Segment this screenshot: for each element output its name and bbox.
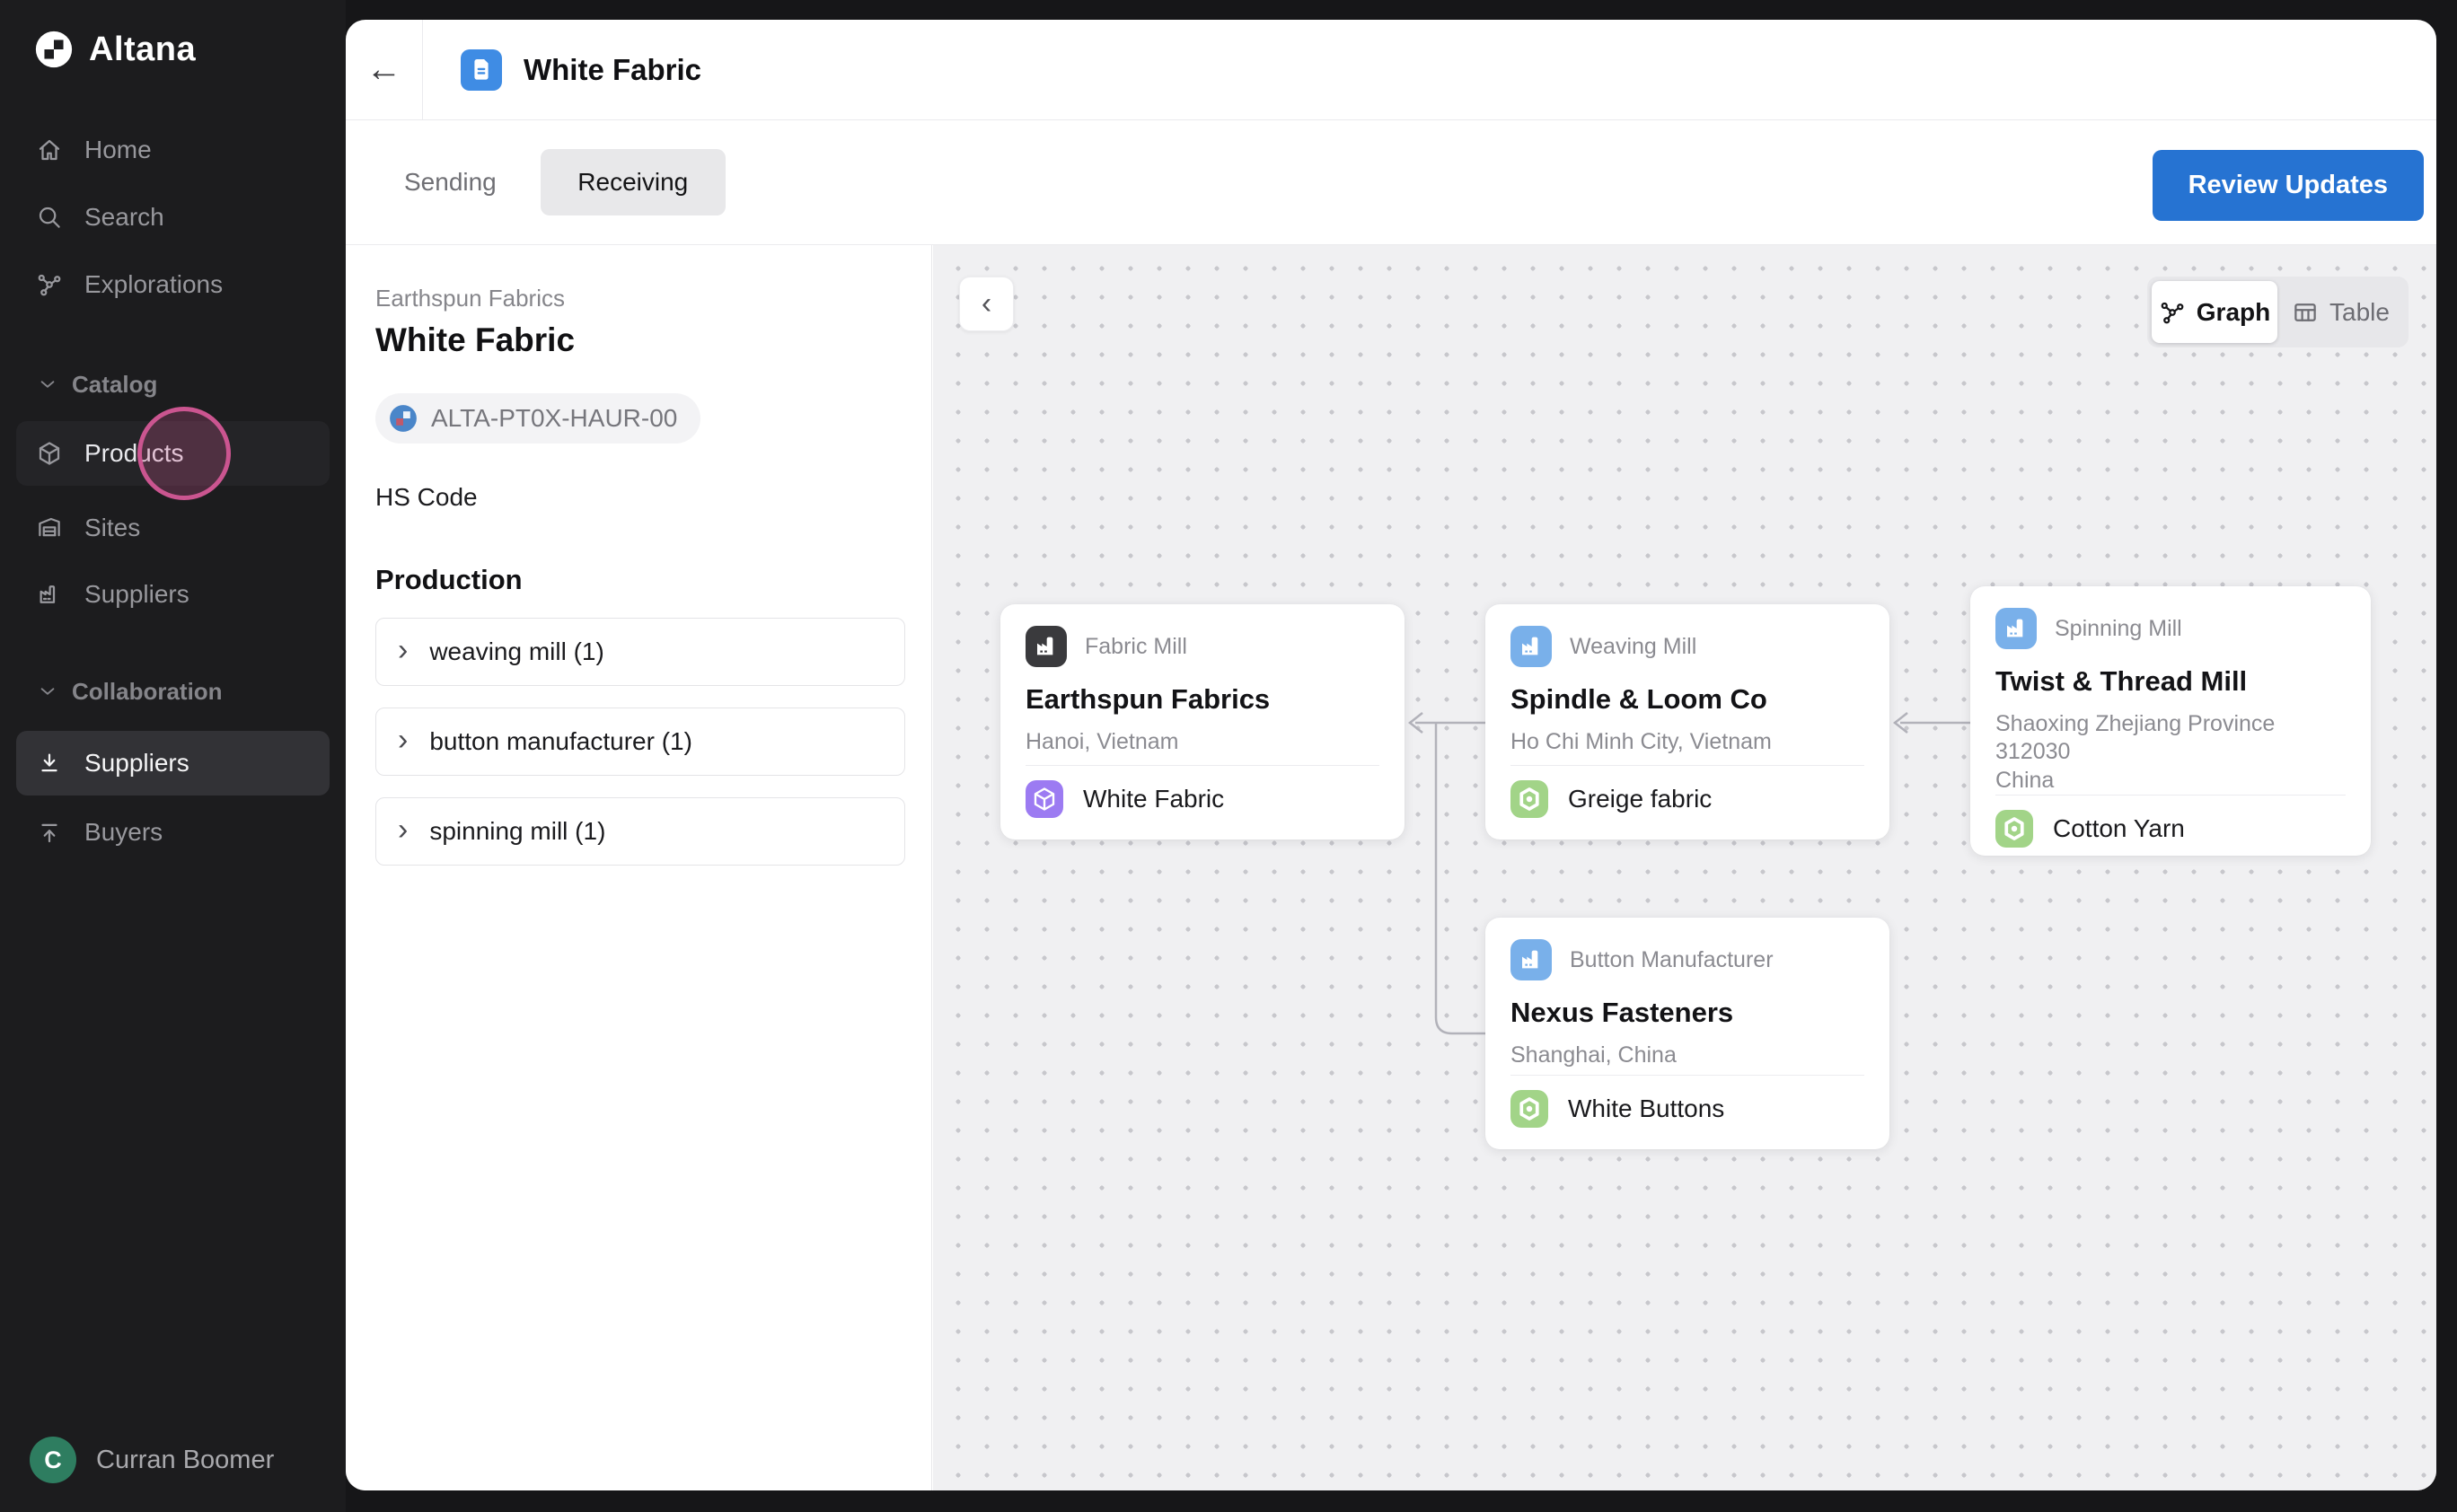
node-nexus-fasteners[interactable]: Button Manufacturer Nexus Fasteners Shan… <box>1485 918 1889 1149</box>
user-account[interactable]: C Curran Boomer <box>30 1437 274 1483</box>
node-product[interactable]: White Buttons <box>1510 1075 1864 1128</box>
graph-connectors <box>933 245 2436 1490</box>
network-icon <box>36 271 63 298</box>
sidebar-item-products[interactable]: Products <box>16 421 330 486</box>
altana-logo-icon <box>33 29 75 70</box>
altana-logo-text: Altana <box>89 31 196 69</box>
altana-badge-icon <box>388 403 418 434</box>
factory-icon <box>1995 608 2037 649</box>
node-twist-thread-mill[interactable]: Spinning Mill Twist & Thread Mill Shaoxi… <box>1970 586 2371 856</box>
graph-view-icon <box>2159 299 2186 326</box>
sidebar-item-explorations[interactable]: Explorations <box>16 252 330 317</box>
supply-chain-graph-canvas[interactable]: ‹ Graph Table Fabric Mill <box>933 245 2436 1490</box>
sidebar-item-suppliers-catalog[interactable]: Suppliers <box>16 562 330 627</box>
factory-icon <box>1510 626 1552 667</box>
factory-icon <box>1026 626 1067 667</box>
product-detail-panel: Earthspun Fabrics White Fabric ALTA-PT0X… <box>346 245 932 1490</box>
factory-icon <box>36 581 63 608</box>
table-view-icon <box>2292 299 2319 326</box>
collapse-panel-button[interactable]: ‹ <box>959 277 1014 331</box>
hs-code-label: HS Code <box>375 483 904 512</box>
direction-tabs: Sending Receiving Review Updates <box>346 120 2436 245</box>
chevron-right-icon: › <box>398 814 408 845</box>
review-updates-button[interactable]: Review Updates <box>2153 150 2424 221</box>
altana-logo: Altana <box>33 29 196 70</box>
sidebar-section-collaboration[interactable]: Collaboration <box>16 664 330 718</box>
chevron-right-icon: › <box>398 635 408 665</box>
production-group-button-manufacturer[interactable]: › button manufacturer (1) <box>375 708 905 776</box>
hex-component-icon <box>1995 810 2033 848</box>
back-button[interactable]: ← <box>346 20 422 119</box>
product-supplier-label: Earthspun Fabrics <box>375 285 904 312</box>
chevron-down-icon <box>38 681 57 701</box>
main-panel: ← White Fabric Sending Receiving Review … <box>346 20 2436 1490</box>
box-icon <box>1026 780 1063 818</box>
chevron-down-icon <box>38 374 57 394</box>
chevron-right-icon: › <box>398 725 408 755</box>
production-group-weaving-mill[interactable]: › weaving mill (1) <box>375 618 905 686</box>
node-product[interactable]: Cotton Yarn <box>1995 795 2346 848</box>
production-group-spinning-mill[interactable]: › spinning mill (1) <box>375 797 905 866</box>
divider <box>422 20 423 119</box>
receive-arrow-icon <box>36 750 63 777</box>
user-name: Curran Boomer <box>96 1446 274 1475</box>
node-product[interactable]: White Fabric <box>1026 765 1379 818</box>
home-icon <box>36 136 63 163</box>
tab-receiving[interactable]: Receiving <box>541 149 726 215</box>
chevron-left-icon: ‹ <box>982 286 991 321</box>
search-icon <box>36 204 63 231</box>
cube-icon <box>36 440 63 467</box>
tab-sending[interactable]: Sending <box>404 168 497 197</box>
sidebar: Altana Home Search Explorations Catalog … <box>0 0 346 1512</box>
sidebar-item-search[interactable]: Search <box>16 185 330 250</box>
node-product[interactable]: Greige fabric <box>1510 765 1864 818</box>
warehouse-icon <box>36 514 63 541</box>
view-toggle: Graph Table <box>2147 277 2409 347</box>
app-screen: Altana Home Search Explorations Catalog … <box>0 0 2457 1512</box>
sidebar-item-suppliers-collaboration[interactable]: Suppliers <box>16 731 330 796</box>
node-spindle-loom-co[interactable]: Weaving Mill Spindle & Loom Co Ho Chi Mi… <box>1485 604 1889 840</box>
product-sku-badge[interactable]: ALTA-PT0X-HAUR-00 <box>375 393 700 444</box>
factory-icon <box>1510 939 1552 980</box>
product-sku: ALTA-PT0X-HAUR-00 <box>431 404 677 433</box>
avatar: C <box>30 1437 76 1483</box>
hex-component-icon <box>1510 1090 1548 1128</box>
sidebar-item-buyers[interactable]: Buyers <box>16 800 330 865</box>
product-document-icon <box>461 49 502 91</box>
hex-component-icon <box>1510 780 1548 818</box>
sidebar-item-home[interactable]: Home <box>16 118 330 182</box>
back-arrow-icon: ← <box>366 49 402 90</box>
product-title: White Fabric <box>375 321 904 359</box>
page-title: White Fabric <box>524 53 701 87</box>
production-section-title: Production <box>375 564 904 596</box>
send-arrow-icon <box>36 819 63 846</box>
toggle-graph[interactable]: Graph <box>2152 281 2277 343</box>
sidebar-section-catalog[interactable]: Catalog <box>16 357 330 411</box>
toggle-table[interactable]: Table <box>2277 281 2404 343</box>
page-header: ← White Fabric <box>346 20 2436 120</box>
node-earthspun-fabrics[interactable]: Fabric Mill Earthspun Fabrics Hanoi, Vie… <box>1000 604 1405 840</box>
sidebar-item-sites[interactable]: Sites <box>16 496 330 560</box>
